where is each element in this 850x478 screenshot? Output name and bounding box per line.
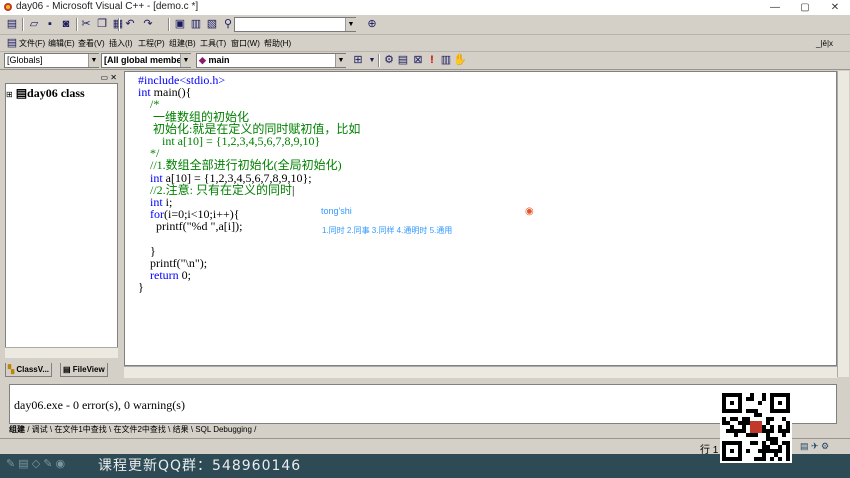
- menu-window[interactable]: 窗口(W): [231, 37, 260, 50]
- members-combo-value: [All global members: [104, 55, 191, 65]
- dropdown-arrow-icon[interactable]: ▼: [180, 54, 191, 67]
- code-token: printf("%d ",a[i]);: [138, 219, 243, 234]
- code-token: }: [138, 280, 144, 295]
- scope-combo[interactable]: [Globals] ▼: [4, 53, 99, 68]
- tab-build[interactable]: 组建: [9, 425, 25, 434]
- expand-plus-icon[interactable]: ⊞: [6, 90, 13, 99]
- menu-project[interactable]: 工程(P): [138, 37, 165, 50]
- pane-controls[interactable]: ▭ ✕: [101, 73, 117, 82]
- classes-folder-icon: ▤: [15, 86, 28, 100]
- output-text: day06.exe - 0 error(s), 0 warning(s): [14, 398, 185, 412]
- tab-sql-debugging[interactable]: SQL Debugging: [195, 425, 252, 434]
- code-line: return 0;: [138, 269, 191, 282]
- ime-candidates[interactable]: 1.同时 2.同事 3.同样 4.通明时 5.通用: [322, 225, 452, 236]
- tab-classview[interactable]: ▚ ClassV...: [5, 363, 53, 377]
- window-title: day06 - Microsoft Visual C++ - [demo.c *…: [16, 1, 199, 12]
- function-combo[interactable]: ◆ main ▼: [196, 53, 346, 68]
- members-combo[interactable]: [All global members ▼: [101, 53, 191, 68]
- app-icon: [3, 2, 13, 12]
- build-icon[interactable]: ▤: [395, 53, 411, 68]
- dropdown-arrow-icon[interactable]: ▼: [88, 54, 99, 67]
- function-diamond-icon: ◆: [199, 55, 206, 65]
- code-line: int a[10] = {1,2,3,4,5,6,7,8,9,10}: [138, 135, 320, 148]
- new-file-icon[interactable]: ▤: [4, 17, 20, 32]
- open-folder-icon[interactable]: ▱: [26, 17, 42, 32]
- workspace-hscrollbar[interactable]: [5, 347, 118, 358]
- doc-window-controls[interactable]: _|ē|x: [816, 37, 833, 50]
- tab-classview-label: ClassV...: [16, 365, 50, 374]
- output-tabs: 组建 / 调试 \ 在文件1中查找 \ 在文件2中查找 \ 结果 \ SQL D…: [9, 425, 257, 434]
- pen-icon: ✎ ▤ ◇ ✎ ◉: [6, 458, 66, 470]
- menu-tools[interactable]: 工具(T): [200, 37, 226, 50]
- menu-insert[interactable]: 插入(I): [109, 37, 133, 50]
- find-binoculars-icon[interactable]: ⊕: [364, 17, 380, 32]
- code-token: return: [138, 268, 179, 283]
- document-icon: ▤: [6, 37, 18, 49]
- breakpoint-icon[interactable]: ✋: [452, 53, 468, 68]
- ime-logo-icon: ◉: [525, 206, 534, 217]
- qr-code-image: [720, 391, 792, 463]
- menu-build[interactable]: 组建(B): [169, 37, 196, 50]
- class-tree-root-label: day06 class: [27, 86, 85, 100]
- tray-icons: ▤ ✈ ⚙: [800, 441, 830, 451]
- find-combo[interactable]: ▼: [234, 17, 356, 32]
- maximize-button[interactable]: ▢: [790, 0, 820, 15]
- tab-results[interactable]: 结果: [173, 425, 189, 434]
- tab-debug[interactable]: 调试: [32, 425, 48, 434]
- tab-find2[interactable]: 在文件2中查找: [113, 425, 165, 434]
- undo-icon[interactable]: ↶: [122, 17, 138, 32]
- output-window-icon[interactable]: ▥: [188, 17, 204, 32]
- fileview-icon: ▤: [63, 365, 71, 374]
- title-bar: day06 - Microsoft Visual C++ - [demo.c *…: [0, 0, 850, 15]
- function-combo-value: main: [208, 55, 230, 65]
- menu-bar: ▤ 文件(F) 编辑(E) 查看(V) 插入(I) 工程(P) 组建(B) 工具…: [0, 35, 850, 52]
- close-button[interactable]: ✕: [820, 0, 850, 15]
- save-icon[interactable]: ▪: [42, 17, 58, 32]
- dropdown-arrow-icon[interactable]: ▼: [335, 54, 346, 67]
- save-all-icon[interactable]: ◙: [58, 17, 74, 32]
- class-tree-root[interactable]: ⊞ ▤day06 class: [6, 86, 85, 101]
- menu-file[interactable]: 文件(F): [19, 37, 45, 50]
- class-view-tree[interactable]: [5, 83, 118, 355]
- menu-edit[interactable]: 编辑(E): [48, 37, 75, 50]
- code-rest: 0;: [178, 268, 191, 283]
- text-caret: |: [292, 182, 295, 197]
- cut-icon[interactable]: ✂: [78, 17, 94, 32]
- windows-icon[interactable]: ▧: [204, 17, 220, 32]
- dropdown-arrow-icon[interactable]: ▼: [345, 18, 356, 31]
- code-editor[interactable]: #include<stdio.h> int main(){ /* 一维数组的初始化…: [124, 71, 837, 366]
- copy-icon[interactable]: ❐: [94, 17, 110, 32]
- redo-icon[interactable]: ↷: [140, 17, 156, 32]
- code-line: }: [138, 281, 144, 294]
- editor-hscrollbar[interactable]: [124, 366, 837, 378]
- code-line: printf("%d ",a[i]);: [138, 220, 242, 233]
- classview-icon: ▚: [8, 365, 15, 374]
- ime-pinyin: tong'shi: [321, 206, 352, 216]
- tab-fileview-label: FileView: [72, 365, 105, 374]
- code-token: int a[10] = {1,2,3,4,5,6,7,8,9,10}: [138, 134, 321, 148]
- menu-help[interactable]: 帮助(H): [264, 37, 291, 50]
- editor-vscrollbar[interactable]: [837, 71, 849, 377]
- wizard-bar: [Globals] ▼ [All global members ▼ ◆ main…: [0, 52, 850, 70]
- tab-fileview[interactable]: ▤ FileView: [60, 363, 108, 377]
- menu-view[interactable]: 查看(V): [78, 37, 105, 50]
- workspace-icon[interactable]: ▣: [172, 17, 188, 32]
- tab-find1[interactable]: 在文件1中查找: [54, 425, 106, 434]
- standard-toolbar: ▤ ▱ ▪ ◙ ✂ ❐ ▦ ↶ ↷ ▣ ▥ ▧ ⚲ ▼ ⊕: [0, 15, 850, 35]
- scope-combo-value: [Globals]: [7, 55, 43, 65]
- workspace-pane: ▭ ✕ ▚ ClassV... ▤ FileView: [3, 72, 119, 378]
- banner-text: 课程更新QQ群：548960146: [98, 458, 302, 474]
- minimize-button[interactable]: —: [760, 0, 790, 15]
